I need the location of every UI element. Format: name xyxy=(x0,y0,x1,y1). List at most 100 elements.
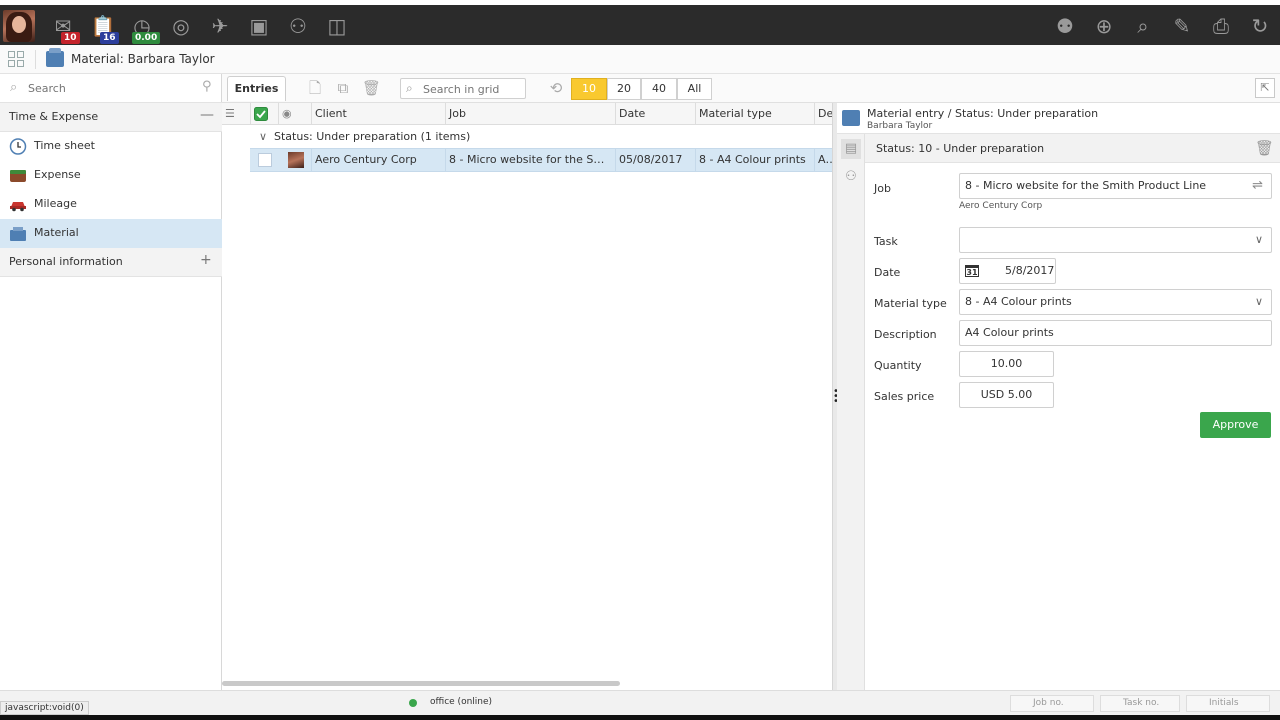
users-icon[interactable]: ⚉ xyxy=(1052,13,1078,39)
material-type-select[interactable]: 8 - A4 Colour prints ∨ xyxy=(959,289,1272,315)
status-label: Status: 10 - Under preparation xyxy=(876,142,1045,155)
grid-search: ⌕ xyxy=(400,78,526,99)
task-number-input[interactable]: Task no. xyxy=(1100,695,1180,712)
copy-entry-icon[interactable]: ⧉ xyxy=(334,79,352,97)
print-icon[interactable]: ⎙ xyxy=(1208,13,1234,39)
column-job[interactable]: Job xyxy=(445,103,615,125)
column-client[interactable]: Client xyxy=(311,103,445,125)
chevron-down-icon[interactable]: ∨ xyxy=(1255,290,1263,314)
left-sidebar: ⌕ ⚲ Time & Expense — Time sheet Expense … xyxy=(0,74,222,690)
approval-tab-icon[interactable]: ⚇ xyxy=(841,167,861,187)
delete-icon[interactable]: 🗑 xyxy=(362,79,381,97)
table-row[interactable]: Aero Century Corp 8 - Micro website for … xyxy=(250,148,832,172)
material-type-value: 8 - A4 Colour prints xyxy=(965,295,1072,308)
section-label: Time & Expense xyxy=(9,110,99,123)
select-all-checkbox[interactable] xyxy=(250,103,278,125)
job-label: Job xyxy=(874,182,891,195)
edit-icon[interactable]: ✎ xyxy=(1169,13,1195,39)
sidebar-item-label: Expense xyxy=(34,168,81,181)
task-select[interactable]: ∨ xyxy=(959,227,1272,253)
refresh-icon[interactable]: ↻ xyxy=(1247,13,1273,39)
sidebar-item-expense[interactable]: Expense xyxy=(0,161,222,190)
tab-entries[interactable]: Entries xyxy=(227,76,286,101)
rocket-icon[interactable]: ✈ xyxy=(207,13,233,39)
details-tab-icon[interactable]: ▤ xyxy=(841,139,861,159)
section-personal-information[interactable]: Personal information + xyxy=(0,248,222,277)
description-value: A4 Colour prints xyxy=(965,326,1054,339)
timer-badge: 0.00 xyxy=(132,32,161,44)
expand-icon[interactable]: + xyxy=(200,252,212,268)
top-bar: ✉ 10 📋 16 ◷ 0.00 ◎ ✈ ▣ ⚇ ◫ ⚉ ⊕ ⌕ ✎ ⎙ ↻ xyxy=(0,0,1280,45)
clock-icon xyxy=(9,138,27,155)
job-lookup-icon[interactable]: ⇌ xyxy=(1252,174,1263,198)
target-icon[interactable]: ◎ xyxy=(168,13,194,39)
sidebar-search-input[interactable] xyxy=(28,78,193,98)
people-icon[interactable]: ⚇ xyxy=(285,13,311,39)
connection-status: office (online) xyxy=(430,697,493,707)
horizontal-scrollbar[interactable] xyxy=(222,681,620,686)
page-title: Material: Barbara Taylor xyxy=(71,52,215,66)
column-date[interactable]: Date xyxy=(615,103,695,125)
job-value: 8 - Micro website for the Smith Product … xyxy=(965,179,1207,192)
grid-header: ☰ ◉ Client Job Date Material type De xyxy=(222,103,832,125)
page-header: Material: Barbara Taylor xyxy=(0,45,1280,74)
section-label: Personal information xyxy=(9,255,123,268)
quantity-field[interactable]: 10.00 xyxy=(959,351,1054,377)
expand-panel-icon[interactable]: ⇱ xyxy=(1255,78,1275,98)
collapse-icon[interactable]: — xyxy=(200,107,214,123)
column-material-type[interactable]: Material type xyxy=(695,103,814,125)
new-entry-icon[interactable]: 🗋 xyxy=(306,79,324,97)
page-size-40[interactable]: 40 xyxy=(641,78,677,100)
chevron-down-icon[interactable]: ∨ xyxy=(259,126,267,148)
grid-toolbar: Entries 🗋 ⧉ 🗑 ⌕ ⟲ 10 20 40 All ⇱ xyxy=(222,74,1280,103)
row-checkbox[interactable] xyxy=(258,153,272,167)
chevron-down-icon[interactable]: ∨ xyxy=(1255,228,1263,252)
sidebar-item-material[interactable]: Material xyxy=(0,219,222,248)
pin-icon[interactable]: ⚲ xyxy=(202,79,212,94)
avatar xyxy=(288,152,304,168)
cell-date: 05/08/2017 xyxy=(615,149,695,171)
detail-side-tabs: ▤ ⚇ xyxy=(837,103,865,690)
row-menu-icon[interactable]: ☰ xyxy=(222,103,250,125)
add-search-icon[interactable]: ⊕ xyxy=(1091,13,1117,39)
description-field[interactable]: A4 Colour prints xyxy=(959,320,1272,346)
app-grid-icon[interactable] xyxy=(8,51,25,68)
group-header[interactable]: ∨ Status: Under preparation (1 items) xyxy=(250,126,832,148)
approve-button[interactable]: Approve xyxy=(1200,412,1271,438)
entries-grid: ☰ ◉ Client Job Date Material type De ∨ S… xyxy=(222,103,832,690)
detail-header: Material entry / Status: Under preparati… xyxy=(837,103,1280,134)
page-size-10[interactable]: 10 xyxy=(571,78,607,100)
sidebar-item-time-sheet[interactable]: Time sheet xyxy=(0,132,222,161)
sidebar-item-label: Mileage xyxy=(34,197,77,210)
tasks-badge: 16 xyxy=(100,32,119,44)
initials-input[interactable]: Initials xyxy=(1186,695,1270,712)
search-icon: ⌕ xyxy=(10,80,18,95)
cell-job: 8 - Micro website for the Smith ... xyxy=(445,149,615,171)
calendar-icon[interactable]: 31 xyxy=(965,265,979,277)
sales-price-label: Sales price xyxy=(874,390,935,403)
divider xyxy=(35,50,36,69)
section-time-expense[interactable]: Time & Expense — xyxy=(0,103,222,132)
page-size-all[interactable]: All xyxy=(677,78,712,100)
detail-subtitle: Barbara Taylor xyxy=(867,121,933,131)
sales-price-field[interactable]: USD 5.00 xyxy=(959,382,1054,408)
job-client-note: Aero Century Corp xyxy=(959,201,1043,211)
link-preview: javascript:void(0) xyxy=(0,701,89,715)
trash-icon[interactable]: 🗑 xyxy=(1255,139,1274,157)
user-column-icon[interactable]: ◉ xyxy=(278,103,311,125)
briefcase-icon[interactable]: ▣ xyxy=(246,13,272,39)
user-avatar[interactable] xyxy=(3,10,35,42)
quantity-label: Quantity xyxy=(874,359,922,372)
page-size-20[interactable]: 20 xyxy=(607,78,641,100)
job-field[interactable]: 8 - Micro website for the Smith Product … xyxy=(959,173,1272,199)
grid-search-input[interactable] xyxy=(423,81,523,97)
job-number-input[interactable]: Job no. xyxy=(1010,695,1094,712)
column-description[interactable]: De xyxy=(814,103,832,125)
search-icon: ⌕ xyxy=(406,81,413,95)
search-icon[interactable]: ⌕ xyxy=(1130,13,1156,39)
filter-sync-icon[interactable]: ⟲ xyxy=(547,79,565,97)
sidebar-item-mileage[interactable]: Mileage xyxy=(0,190,222,219)
sidebar-item-label: Material xyxy=(34,226,79,239)
apps-icon[interactable]: ◫ xyxy=(324,13,350,39)
date-field[interactable]: 31 5/8/2017 xyxy=(959,258,1056,284)
